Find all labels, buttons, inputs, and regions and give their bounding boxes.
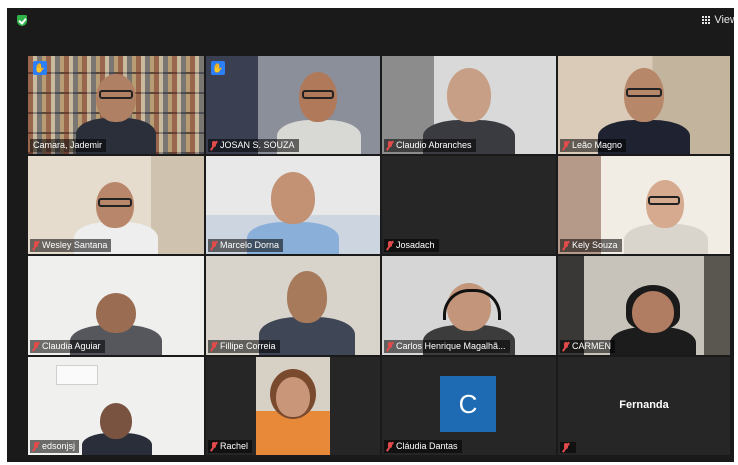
video-tile[interactable]: Fillipe Correia bbox=[206, 256, 380, 355]
mic-muted-icon bbox=[211, 141, 217, 150]
participant-name: Claudio Abranches bbox=[396, 140, 472, 150]
participant-nameplate: Claudio Abranches bbox=[384, 139, 476, 152]
mic-muted-icon bbox=[33, 442, 39, 451]
gallery-grid: ✋ Camara, Jademir ✋ JOSAN S. SOUZA Claud… bbox=[28, 56, 731, 458]
participant-name: Camara, Jademir bbox=[33, 140, 103, 150]
video-tile[interactable]: Rachel bbox=[206, 357, 380, 455]
mic-muted-icon bbox=[33, 342, 39, 351]
participant-nameplate: Cláudia Dantas bbox=[384, 440, 462, 453]
mic-muted-icon bbox=[563, 443, 569, 452]
mic-muted-icon bbox=[563, 141, 569, 150]
raise-hand-icon: ✋ bbox=[33, 61, 47, 75]
participant-nameplate: Leão Magno bbox=[560, 139, 627, 152]
mic-muted-icon bbox=[387, 442, 393, 451]
participant-nameplate: Fillipe Correia bbox=[208, 340, 280, 353]
mic-muted-icon bbox=[563, 241, 569, 250]
participant-display-name: Fernanda bbox=[619, 399, 669, 411]
video-tile[interactable]: Fernanda bbox=[558, 357, 730, 455]
gallery-grid-icon bbox=[702, 16, 711, 24]
participant-name: Cláudia Dantas bbox=[396, 441, 458, 451]
video-tile[interactable]: Leão Magno bbox=[558, 56, 730, 154]
participant-name: Leão Magno bbox=[572, 140, 623, 150]
mic-muted-icon bbox=[211, 241, 217, 250]
participant-name: Carlos Henrique Magalhã... bbox=[396, 341, 506, 351]
participant-name: Kely Souza bbox=[572, 240, 618, 250]
participant-video bbox=[610, 162, 720, 254]
video-tile[interactable]: CARMEN bbox=[558, 256, 730, 355]
participant-name: Claudia Aguiar bbox=[42, 341, 101, 351]
participant-nameplate bbox=[560, 442, 576, 453]
video-tile[interactable]: Claudia Aguiar bbox=[28, 256, 204, 355]
mic-muted-icon bbox=[387, 241, 393, 250]
security-shield-icon[interactable] bbox=[17, 15, 27, 26]
participant-nameplate: Marcelo Dorna bbox=[208, 239, 284, 252]
participant-nameplate: Carlos Henrique Magalhã... bbox=[384, 340, 510, 353]
avatar: C bbox=[440, 376, 496, 432]
video-tile[interactable]: Claudio Abranches bbox=[382, 56, 556, 154]
mic-muted-icon bbox=[211, 442, 217, 451]
participant-nameplate: CARMEN bbox=[560, 340, 616, 353]
participant-nameplate: Rachel bbox=[208, 440, 253, 453]
participant-nameplate: Claudia Aguiar bbox=[30, 340, 105, 353]
participant-name: Rachel bbox=[220, 441, 249, 451]
participant-video bbox=[66, 363, 166, 455]
participant-name: Josadach bbox=[396, 240, 435, 250]
view-button[interactable]: View bbox=[702, 14, 734, 26]
video-tile[interactable]: ✋ Camara, Jademir bbox=[28, 56, 204, 154]
participant-video bbox=[256, 357, 330, 455]
participant-name: Wesley Santana bbox=[42, 240, 108, 250]
meeting-window: View ✋ Camara, Jademir ✋ bbox=[7, 8, 734, 462]
mic-muted-icon bbox=[33, 241, 39, 250]
participant-nameplate: Josadach bbox=[384, 239, 439, 252]
mic-muted-icon bbox=[387, 141, 393, 150]
mic-muted-icon bbox=[563, 342, 569, 351]
participant-nameplate: edsonjsj bbox=[30, 440, 80, 453]
participant-name: edsonjsj bbox=[42, 441, 76, 451]
video-tile[interactable]: Josadach bbox=[382, 156, 556, 254]
participant-name: CARMEN bbox=[572, 341, 612, 351]
mic-muted-icon bbox=[387, 342, 393, 351]
raise-hand-icon: ✋ bbox=[211, 61, 225, 75]
video-tile[interactable]: Marcelo Dorna bbox=[206, 156, 380, 254]
video-tile[interactable]: Carlos Henrique Magalhã... bbox=[382, 256, 556, 355]
participant-nameplate: JOSAN S. SOUZA bbox=[208, 139, 299, 152]
top-bar: View bbox=[7, 8, 734, 38]
participant-name: Marcelo Dorna bbox=[220, 240, 280, 250]
participant-name: JOSAN S. SOUZA bbox=[220, 140, 295, 150]
participant-nameplate: Camara, Jademir bbox=[30, 139, 107, 152]
video-tile[interactable]: ✋ JOSAN S. SOUZA bbox=[206, 56, 380, 154]
video-tile[interactable]: Kely Souza bbox=[558, 156, 730, 254]
video-tile[interactable]: C Cláudia Dantas bbox=[382, 357, 556, 455]
view-label: View bbox=[714, 14, 734, 26]
participant-name: Fillipe Correia bbox=[220, 341, 276, 351]
video-tile[interactable]: Wesley Santana bbox=[28, 156, 204, 254]
video-tile[interactable]: edsonjsj bbox=[28, 357, 204, 455]
mic-muted-icon bbox=[211, 342, 217, 351]
participant-nameplate: Kely Souza bbox=[560, 239, 622, 252]
participant-nameplate: Wesley Santana bbox=[30, 239, 112, 252]
